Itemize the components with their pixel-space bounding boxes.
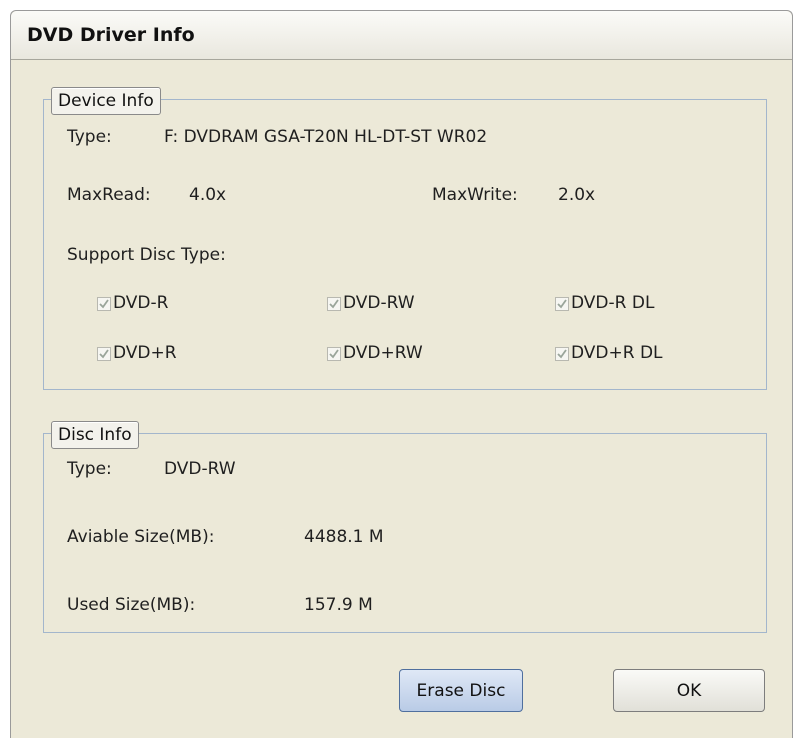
used-size-value: 157.9 M <box>304 595 373 615</box>
check-icon <box>557 349 567 359</box>
used-size-label: Used Size(MB): <box>67 595 196 615</box>
max-read-value: 4.0x <box>189 185 227 205</box>
checkbox-dvd-plus-r-dl[interactable] <box>555 347 569 361</box>
checkbox-dvd-r-dl[interactable] <box>555 297 569 311</box>
checkbox-dvd-plus-rw[interactable] <box>327 347 341 361</box>
disc-type-label-dvd-r-dl: DVD-R DL <box>571 293 655 313</box>
dvd-driver-info-window: DVD Driver Info Device Info Type: F: DVD… <box>10 10 793 738</box>
device-info-legend: Device Info <box>51 87 161 115</box>
available-size-value: 4488.1 M <box>304 527 384 547</box>
check-icon <box>329 299 339 309</box>
device-type-value: F: DVDRAM GSA-T20N HL-DT-ST WR02 <box>164 127 488 147</box>
support-disc-type-label: Support Disc Type: <box>67 245 226 265</box>
disc-type-label-dvd-plus-r-dl: DVD+R DL <box>571 343 663 363</box>
check-icon <box>99 299 109 309</box>
max-write-value: 2.0x <box>558 185 596 205</box>
disc-type-label-dvd-plus-r: DVD+R <box>113 343 177 363</box>
disc-type-label: Type: <box>67 459 112 479</box>
check-icon <box>99 349 109 359</box>
title-bar[interactable]: DVD Driver Info <box>11 11 792 60</box>
check-icon <box>329 349 339 359</box>
disc-type-label-dvd-rw: DVD-RW <box>343 293 415 313</box>
disc-info-legend: Disc Info <box>51 421 139 449</box>
disc-type-label-dvd-r: DVD-R <box>113 293 169 313</box>
disc-type-value: DVD-RW <box>164 459 236 479</box>
checkbox-dvd-r[interactable] <box>97 297 111 311</box>
erase-disc-button[interactable]: Erase Disc <box>399 669 523 712</box>
device-type-label: Type: <box>67 127 112 147</box>
checkbox-dvd-rw[interactable] <box>327 297 341 311</box>
checkbox-dvd-plus-r[interactable] <box>97 347 111 361</box>
max-write-label: MaxWrite: <box>432 185 518 205</box>
check-icon <box>557 299 567 309</box>
disc-type-label-dvd-plus-rw: DVD+RW <box>343 343 423 363</box>
window-title: DVD Driver Info <box>27 24 195 46</box>
available-size-label: Aviable Size(MB): <box>67 527 215 547</box>
max-read-label: MaxRead: <box>67 185 151 205</box>
ok-button[interactable]: OK <box>613 669 765 712</box>
